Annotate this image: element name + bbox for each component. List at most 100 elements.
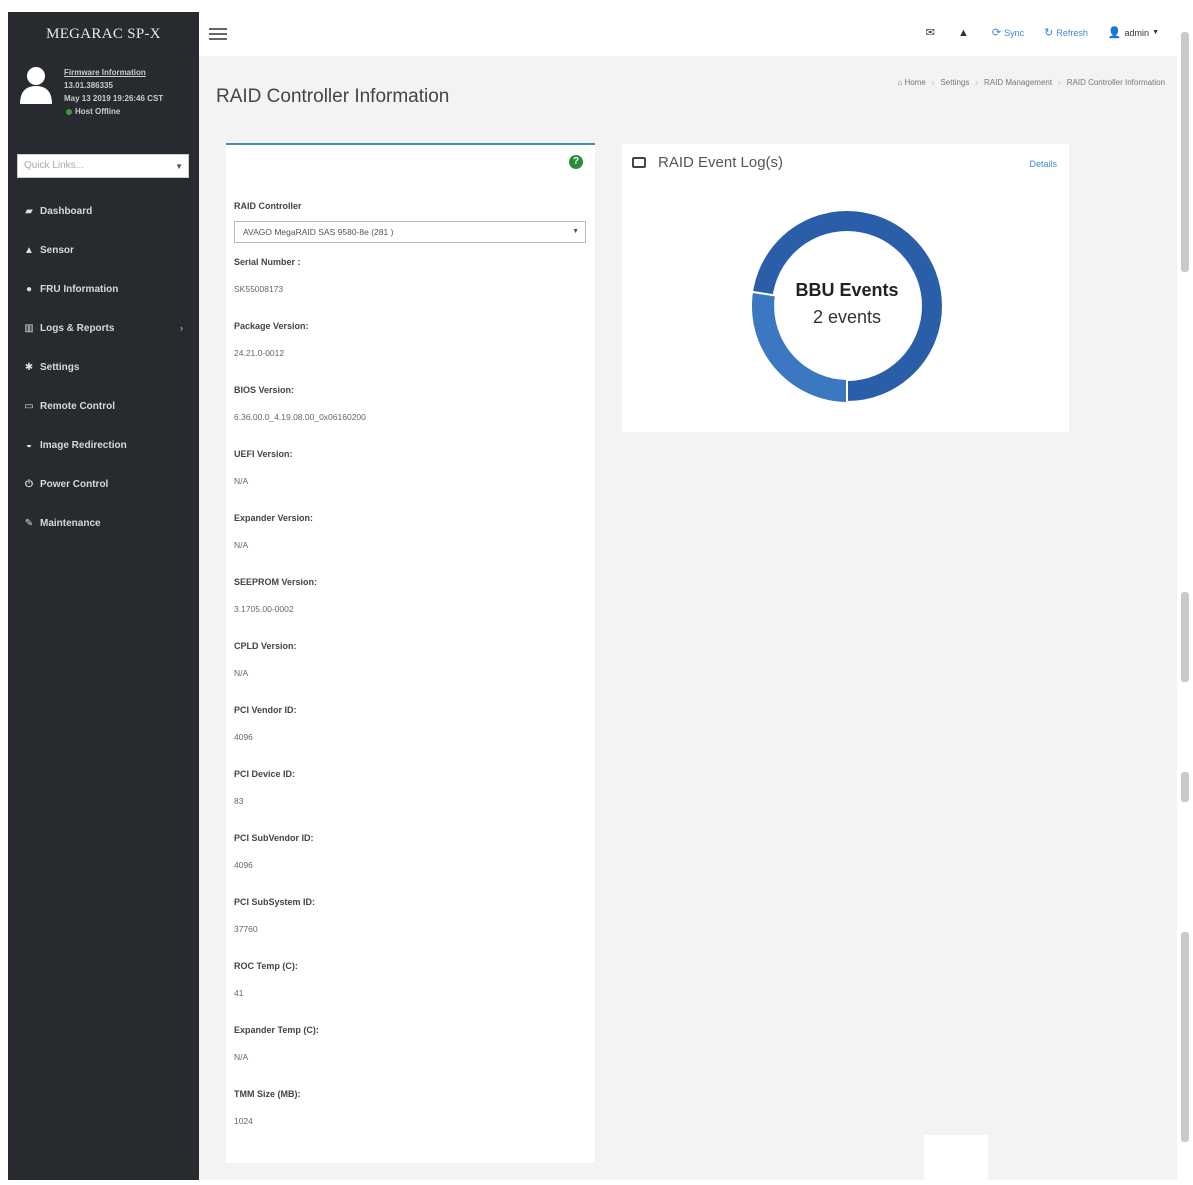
- raid-event-log-panel: RAID Event Log(s) Details BBU Events 2 e…: [622, 144, 1069, 432]
- firmware-version: 13.01.386335: [64, 81, 113, 90]
- chart-icon: ▥: [24, 323, 34, 334]
- bbu-events-donut-chart[interactable]: BBU Events 2 events: [747, 206, 947, 406]
- caret-down-icon: ▼: [1152, 29, 1159, 36]
- field-label: TMM Size (MB):: [234, 1089, 301, 1099]
- info-icon: ●: [25, 284, 33, 295]
- main-content: RAID Controller Information ⌂ Home › Set…: [199, 56, 1177, 1180]
- sidebar-item-label: Sensor: [40, 245, 74, 256]
- sidebar-item-label: Logs & Reports: [40, 323, 115, 334]
- sidebar-item-settings[interactable]: ✱ Settings: [8, 348, 199, 387]
- sidebar-item-sensor[interactable]: ▲ Sensor: [8, 231, 199, 270]
- breadcrumb-home-label: Home: [904, 78, 926, 87]
- field-value: N/A: [234, 668, 249, 678]
- event-log-title-text: RAID Event Log(s): [658, 154, 784, 171]
- sidebar-item-remote-control[interactable]: ▭ Remote Control: [8, 387, 199, 426]
- field-value: 37760: [234, 924, 258, 934]
- field-value: 4096: [234, 732, 253, 742]
- scrollbar-thumb[interactable]: [1181, 772, 1189, 802]
- controller-fields: RAID Controller AVAGO MegaRAID SAS 9580-…: [234, 201, 586, 1153]
- header-actions: ✉ ▲ ⟳ Sync ↻ Refresh 👤 admin ▼: [906, 26, 1159, 40]
- breadcrumb-separator: ›: [1058, 78, 1061, 87]
- donut-count: 2 events: [813, 307, 881, 327]
- firmware-info-link[interactable]: Firmware Information: [64, 66, 199, 79]
- chevron-right-icon: ›: [180, 323, 183, 333]
- sidebar-item-power-control[interactable]: ⏻ Power Control: [8, 465, 199, 504]
- quick-links-placeholder: Quick Links...: [24, 160, 85, 171]
- field-label: PCI SubSystem ID:: [234, 897, 316, 907]
- field-label: CPLD Version:: [234, 641, 297, 651]
- disc-icon: ◒: [25, 440, 33, 451]
- field-label: BIOS Version:: [234, 385, 295, 395]
- breadcrumb-current: RAID Controller Information: [1066, 78, 1165, 87]
- field-value: 4096: [234, 860, 253, 870]
- brand-logo[interactable]: MEGARAC SP-X: [8, 12, 199, 56]
- sidebar-item-dashboard[interactable]: ▰ Dashboard: [8, 192, 199, 231]
- sidebar-item-label: FRU Information: [40, 284, 119, 295]
- breadcrumb-separator: ›: [931, 78, 935, 87]
- field-value: 41: [234, 988, 244, 998]
- field-label: PCI SubVendor ID:: [234, 833, 314, 843]
- sync-button[interactable]: ⟳ Sync: [992, 26, 1024, 39]
- user-avatar-icon: [20, 67, 52, 104]
- user-name: admin: [1124, 27, 1150, 38]
- field-value: 24.21.0-0012: [234, 348, 285, 358]
- messages-button[interactable]: ✉: [926, 26, 938, 39]
- scrollbar-thumb[interactable]: [1181, 592, 1189, 682]
- sidebar-item-label: Dashboard: [40, 206, 93, 217]
- field-label: SEEPROM Version:: [234, 577, 318, 587]
- field-value: N/A: [234, 1052, 249, 1062]
- chevron-down-icon: ▼: [572, 228, 579, 235]
- field-value: 3.1705.00-0002: [234, 604, 294, 614]
- refresh-icon: ↻: [1044, 27, 1054, 39]
- field-label: Serial Number :: [234, 257, 301, 267]
- sidebar-item-label: Power Control: [40, 479, 109, 490]
- field-label: Expander Temp (C):: [234, 1025, 319, 1035]
- top-header: ✉ ▲ ⟳ Sync ↻ Refresh 👤 admin ▼: [199, 12, 1177, 56]
- refresh-label: Refresh: [1056, 27, 1088, 38]
- sidebar-item-fru-information[interactable]: ● FRU Information: [8, 270, 199, 309]
- page-title: RAID Controller Information: [216, 86, 450, 107]
- chevron-down-icon: ▼: [175, 162, 183, 171]
- scrollbar-thumb[interactable]: [1181, 932, 1189, 1142]
- help-icon[interactable]: ?: [569, 155, 583, 169]
- sidebar-item-label: Maintenance: [40, 518, 101, 529]
- envelope-icon: ✉: [925, 27, 935, 39]
- status-dot-icon: [66, 108, 72, 115]
- page-scrollbar[interactable]: [1177, 12, 1193, 1180]
- field-label: Package Version:: [234, 321, 309, 331]
- raid-controller-label: RAID Controller: [234, 201, 302, 211]
- details-link[interactable]: Details: [1029, 159, 1057, 169]
- wrench-icon: ✎: [24, 518, 34, 529]
- sensor-icon: ▲: [24, 245, 34, 256]
- field-value: SK55008173: [234, 284, 284, 294]
- build-date: May 13 2019 19:26:46 CST: [64, 94, 164, 103]
- scrollbar-thumb[interactable]: [1181, 32, 1189, 272]
- alerts-button[interactable]: ▲: [958, 27, 972, 39]
- breadcrumb-home[interactable]: ⌂ Home: [897, 78, 925, 87]
- quick-links-select[interactable]: Quick Links... ▼: [17, 154, 189, 178]
- sidebar-item-image-redirection[interactable]: ◒ Image Redirection: [8, 426, 199, 465]
- inbox-icon: [632, 157, 646, 168]
- sidebar-item-maintenance[interactable]: ✎ Maintenance: [8, 504, 199, 543]
- raid-controller-select[interactable]: AVAGO MegaRAID SAS 9580-8e (281 ) ▼: [234, 221, 586, 243]
- breadcrumb-settings[interactable]: Settings: [940, 78, 969, 87]
- field-label: UEFI Version:: [234, 449, 293, 459]
- raid-controller-selected: AVAGO MegaRAID SAS 9580-8e (281 ): [243, 227, 394, 237]
- sidebar-item-label: Remote Control: [40, 401, 115, 412]
- field-label: PCI Device ID:: [234, 769, 296, 779]
- sidebar-item-logs-reports[interactable]: ▥ Logs & Reports ›: [8, 309, 199, 348]
- donut-title: BBU Events: [795, 280, 898, 300]
- monitor-icon: ▭: [24, 401, 34, 412]
- sidebar-item-label: Settings: [40, 362, 80, 373]
- sidebar-nav: ▰ Dashboard ▲ Sensor ● FRU Information ▥ Log…: [8, 192, 199, 543]
- breadcrumb-raid-management[interactable]: RAID Management: [984, 78, 1052, 87]
- host-status: Host Offline: [64, 105, 199, 118]
- user-menu-button[interactable]: 👤 admin ▼: [1108, 26, 1159, 39]
- menu-toggle-icon[interactable]: [209, 28, 227, 42]
- user-panel: Firmware Information 13.01.386335 May 13…: [8, 56, 199, 126]
- field-value: N/A: [234, 476, 249, 486]
- breadcrumb: ⌂ Home › Settings › RAID Management › RA…: [897, 78, 1165, 87]
- corner-overlay: [924, 1135, 988, 1183]
- field-label: Expander Version:: [234, 513, 314, 523]
- refresh-button[interactable]: ↻ Refresh: [1044, 26, 1088, 39]
